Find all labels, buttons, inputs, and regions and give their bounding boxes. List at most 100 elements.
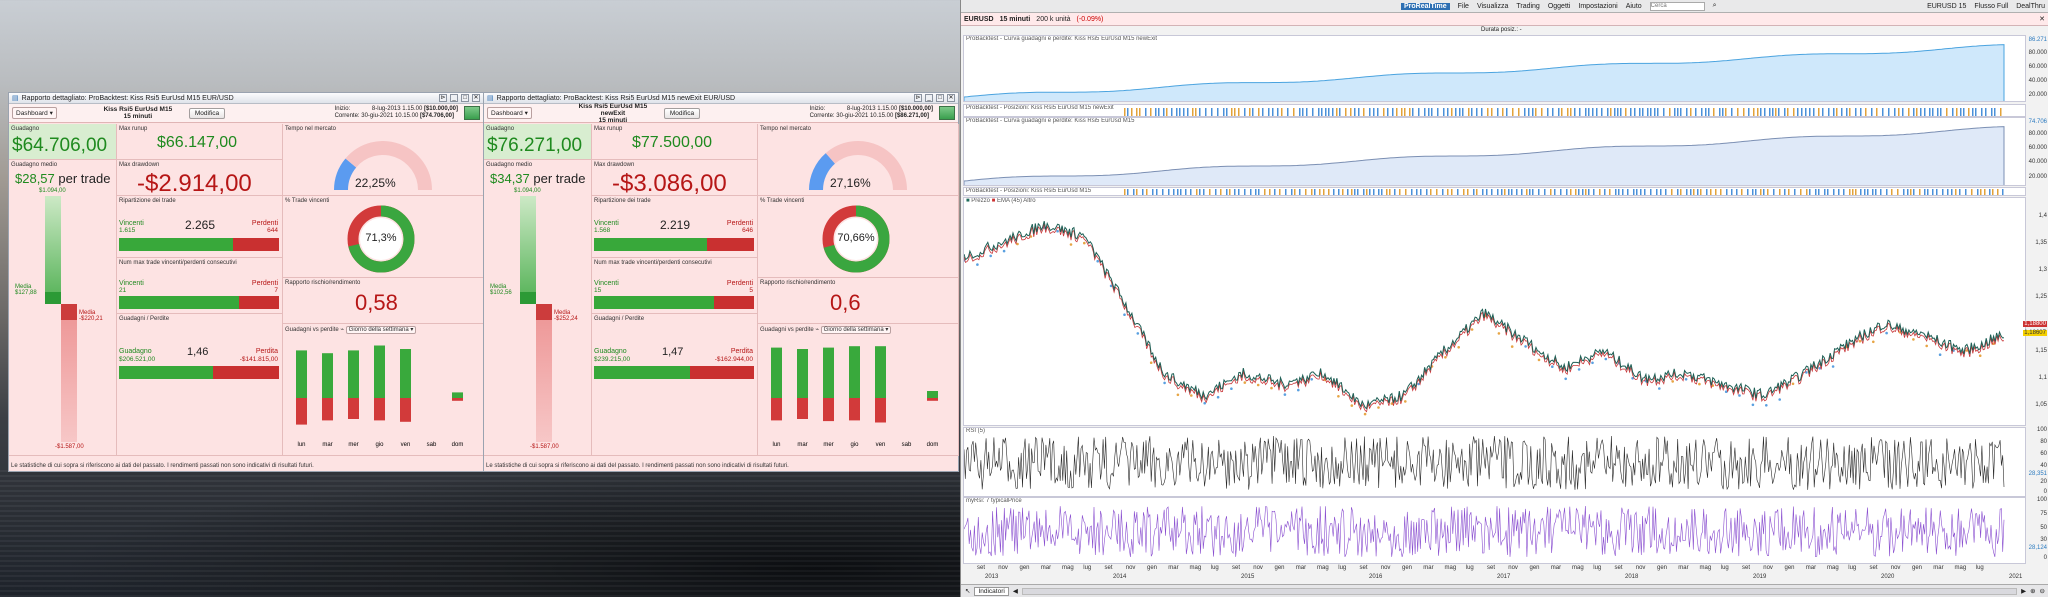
menu-help[interactable]: Aiuto (1626, 3, 1642, 10)
month-label: gen (1657, 565, 1668, 571)
weekday-dropdown[interactable]: Giorno della settimana ▾ (345, 326, 417, 334)
weekday-loss-bar (400, 398, 411, 422)
position-mark (1369, 189, 1371, 195)
position-mark (1196, 189, 1198, 195)
position-mark (1644, 189, 1646, 195)
month-label: mar (1805, 565, 1817, 571)
maximize-icon[interactable]: □ (936, 94, 944, 102)
dealthru[interactable]: DealThru (2016, 3, 2045, 10)
position-mark (1457, 189, 1459, 195)
screenshot-icon[interactable] (464, 106, 480, 120)
dashboard-dropdown[interactable]: Dashboard ▾ (487, 107, 532, 119)
zoom-in-icon[interactable]: ⊕ (2030, 587, 2035, 595)
position-mark (1708, 108, 1710, 116)
position-mark (1409, 108, 1411, 116)
position-mark (1797, 108, 1799, 116)
position-mark (1482, 189, 1484, 195)
y-tick: 20 (2040, 479, 2047, 485)
timeframe-selector[interactable]: 15 minuti (1000, 16, 1031, 23)
position-mark (1622, 189, 1624, 195)
close-icon[interactable]: ✕ (472, 94, 480, 102)
position-mark (1985, 108, 1987, 116)
horizontal-scrollbar[interactable] (1021, 587, 2018, 595)
window-icon: ▤ (487, 95, 494, 102)
screenshot-icon[interactable] (939, 106, 955, 120)
pin-icon[interactable]: ⊳ (439, 94, 447, 102)
month-label: nov (1635, 565, 1646, 571)
y-tick: 1,15 (2035, 348, 2047, 354)
positions-strip-1 (1124, 108, 2002, 116)
close-icon[interactable]: ✕ (947, 94, 955, 102)
modify-button[interactable]: Modifica (188, 107, 226, 119)
weekday-loss-bar (452, 398, 463, 401)
position-mark (1131, 108, 1133, 116)
window-titlebar[interactable]: ▤ Rapporto dettagliato: ProBacktest: Kis… (9, 93, 483, 104)
menu-file[interactable]: File (1458, 3, 1469, 10)
position-mark (1217, 108, 1219, 116)
position-mark (1618, 189, 1620, 195)
trade-marker (1537, 358, 1541, 362)
month-label: lug (1338, 565, 1347, 571)
scroll-left-icon[interactable]: ◀ (1013, 587, 1018, 595)
position-mark (1342, 189, 1344, 195)
month-label: mag (1699, 565, 1712, 571)
maximize-icon[interactable]: □ (461, 94, 469, 102)
minimize-icon[interactable]: _ (925, 94, 933, 102)
position-mark (1176, 108, 1178, 116)
position-mark (1610, 108, 1612, 116)
position-mark (1898, 108, 1900, 116)
position-mark (1431, 108, 1433, 116)
position-mark (1760, 108, 1762, 116)
scroll-right-icon[interactable]: ▶ (2021, 587, 2026, 595)
close-icon[interactable]: ✕ (2039, 15, 2045, 23)
month-label: mag (1444, 565, 1457, 571)
position-mark (1846, 108, 1848, 116)
symbol-selector[interactable]: EURUSD (964, 16, 994, 23)
pin-icon[interactable]: ⊳ (914, 94, 922, 102)
weekday-chart: lun mar mer gio ven sab dom (771, 346, 938, 448)
position-mark (1319, 189, 1321, 195)
year-label: 2019 (1753, 574, 1767, 580)
month-label: lug (1848, 565, 1857, 571)
menu-settings[interactable]: Impostazioni (1578, 3, 1617, 10)
units-selector[interactable]: 200 k unità (1036, 16, 1070, 23)
minimize-icon[interactable]: _ (450, 94, 458, 102)
position-mark (1725, 108, 1727, 116)
weekday-dropdown[interactable]: Giorno della settimana ▾ (820, 326, 892, 334)
search-input[interactable] (1649, 1, 1705, 11)
indicators-button[interactable]: Indicatori (974, 586, 1009, 596)
y-tick: 100 (2036, 497, 2047, 503)
position-mark (1937, 108, 1939, 116)
dashboard-dropdown[interactable]: Dashboard ▾ (12, 107, 57, 119)
position-mark (2000, 108, 2002, 116)
position-mark (1158, 108, 1160, 116)
menu-trading[interactable]: Trading (1516, 3, 1539, 10)
search-icon[interactable]: ⌕ (1713, 2, 1717, 10)
market-time-value: 27,16% (830, 176, 871, 190)
menu-objects[interactable]: Oggetti (1548, 3, 1571, 10)
modify-button[interactable]: Modifica (663, 107, 701, 119)
watchlist-eurusd[interactable]: EURUSD 15 (1927, 3, 1966, 10)
position-mark (1697, 189, 1699, 195)
position-mark (1486, 189, 1488, 195)
position-mark (1809, 189, 1811, 195)
position-mark (1818, 189, 1820, 195)
trade-marker (1738, 394, 1741, 397)
zoom-out-icon[interactable]: ⊖ (2040, 587, 2045, 595)
position-mark (1794, 189, 1796, 195)
trade-marker (989, 254, 992, 258)
flow-full[interactable]: Flusso Full (1974, 3, 2008, 10)
position-mark (1855, 189, 1857, 195)
position-mark (1299, 108, 1301, 116)
position-mark (1447, 189, 1449, 195)
equity-curve-1 (964, 44, 2005, 101)
position-mark (1753, 108, 1755, 116)
position-mark (1677, 189, 1679, 195)
cursor-icon[interactable]: ↖ (965, 587, 970, 595)
y-tick: 80 (2040, 439, 2047, 445)
menu-view[interactable]: Visualizza (1477, 3, 1508, 10)
consec-bar (119, 296, 279, 309)
window-titlebar[interactable]: ▤ Rapporto dettagliato: ProBacktest: Kis… (484, 93, 958, 104)
position-mark (1585, 108, 1587, 116)
position-mark (1894, 108, 1896, 116)
